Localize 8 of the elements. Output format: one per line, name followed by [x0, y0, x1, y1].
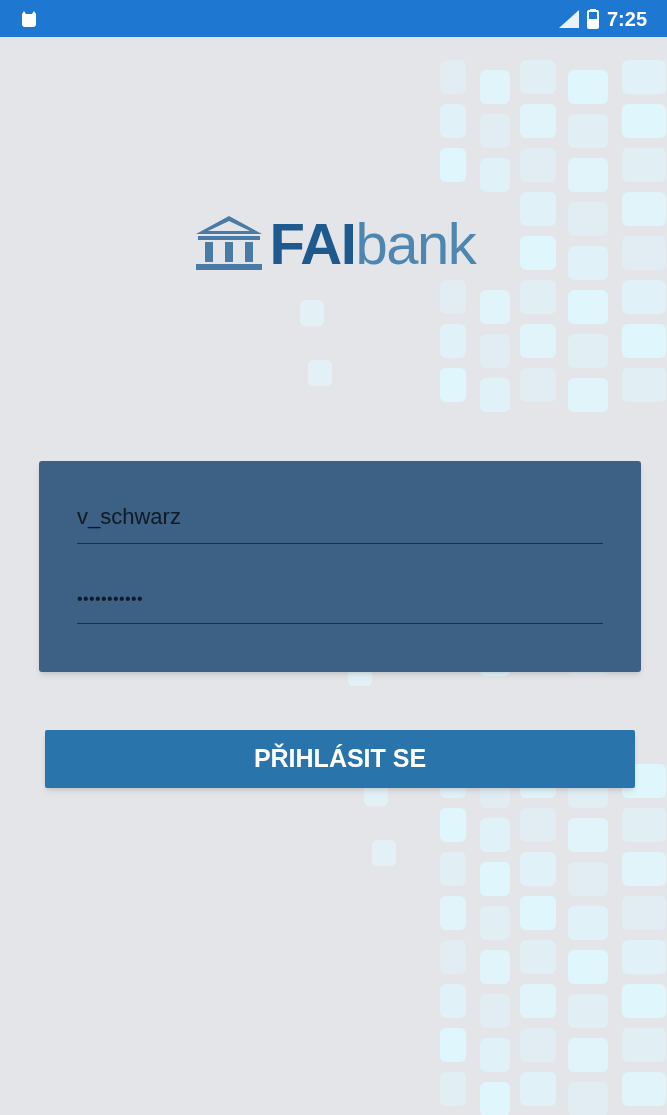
signal-icon: [558, 9, 579, 28]
clock: 7:25: [606, 6, 647, 32]
login-button[interactable]: PŘIHLÁSIT SE: [45, 730, 635, 788]
logo-text: FAIbank: [269, 215, 476, 273]
password-field[interactable]: •••••••••••: [77, 574, 603, 624]
android-icon: [20, 9, 38, 28]
username-field[interactable]: v_schwarz: [77, 491, 603, 544]
battery-icon: [586, 8, 599, 29]
